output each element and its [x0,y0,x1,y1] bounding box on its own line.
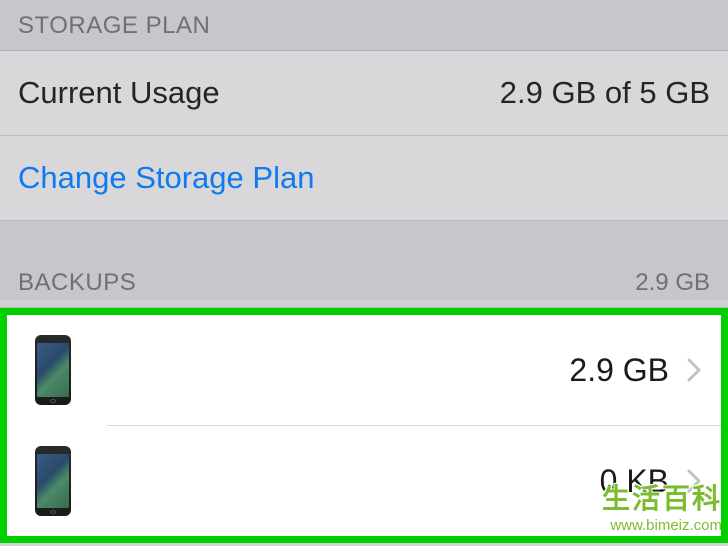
change-storage-plan-row[interactable]: Change Storage Plan [0,136,728,221]
device-backup-size: 2.9 GB [569,352,669,389]
backup-device-row[interactable]: 2.9 GB [7,315,721,425]
storage-plan-header-label: STORAGE PLAN [18,12,210,40]
backups-header-label: BACKUPS [18,269,136,297]
section-spacer [0,221,728,257]
current-usage-value: 2.9 GB of 5 GB [500,75,710,111]
iphone-icon [35,335,71,405]
backup-device-row[interactable]: 0 KB [7,426,721,536]
backups-header: BACKUPS 2.9 GB [0,257,728,308]
backups-highlight-box: 2.9 GB 0 KB [0,308,728,543]
change-storage-plan-label: Change Storage Plan [18,160,314,196]
current-usage-row: Current Usage 2.9 GB of 5 GB [0,51,728,136]
chevron-right-icon [687,463,701,499]
current-usage-label: Current Usage [18,75,220,111]
storage-plan-header: STORAGE PLAN [0,0,728,51]
backups-total-value: 2.9 GB [635,269,710,297]
device-backup-size: 0 KB [600,463,669,500]
iphone-icon [35,446,71,516]
chevron-right-icon [687,352,701,388]
